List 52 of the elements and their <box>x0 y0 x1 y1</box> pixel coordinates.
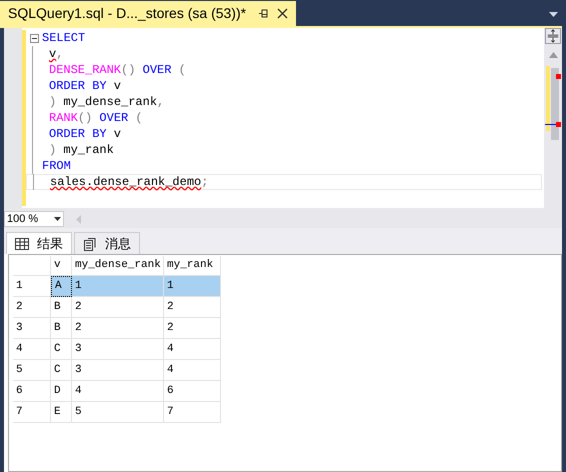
table-cell: 4 <box>72 381 164 402</box>
result-tab[interactable]: 结果 <box>6 232 72 254</box>
row-number: 6 <box>13 381 51 402</box>
table-cell: 3 <box>72 360 164 381</box>
code-editor[interactable]: SELECT v, DENSE_RANK() OVER ( ORDER BY v ) my_dense_rank, RANK() OVER ( ORDER BY v ) my_rank FROM sales.dense_rank_demo; <box>26 28 544 208</box>
table-cell: 7 <box>164 402 221 423</box>
table-cell: 2 <box>164 318 221 339</box>
table-cell: 2 <box>72 297 164 318</box>
table-cell: D <box>51 381 72 402</box>
table-cell: C <box>51 360 72 381</box>
code-line: SELECT <box>42 30 86 46</box>
table-cell: A <box>51 276 72 297</box>
table-cell: 2 <box>164 297 221 318</box>
table-cell: 2 <box>72 318 164 339</box>
vertical-scrollbar[interactable] <box>544 28 562 208</box>
table-cell: 1 <box>72 276 164 297</box>
tab-title: SQLQuery1.sql - D..._stores (sa (53))* <box>8 4 246 23</box>
table-cell: B <box>51 297 72 318</box>
pin-icon[interactable] <box>258 8 270 19</box>
document-icon <box>83 236 97 250</box>
table-cell: 4 <box>164 339 221 360</box>
split-icon[interactable] <box>545 28 561 44</box>
close-icon[interactable] <box>277 8 288 19</box>
table-cell: B <box>51 318 72 339</box>
table-cell: 1 <box>164 276 221 297</box>
grid-icon <box>15 238 29 250</box>
row-number: 5 <box>13 360 51 381</box>
result-tab[interactable]: 消息 <box>74 232 140 254</box>
code-line: ) my_dense_rank, <box>48 94 164 110</box>
row-number: 4 <box>13 339 51 360</box>
table-cell: C <box>51 339 72 360</box>
zoom-dropdown[interactable]: 100 % <box>4 211 64 227</box>
table-cell: 3 <box>72 339 164 360</box>
table-cell: E <box>51 402 72 423</box>
code-line: ORDER BY v <box>48 78 122 94</box>
dropdown-arrow-icon[interactable] <box>549 12 558 18</box>
table-cell: 5 <box>72 402 164 423</box>
row-number: 7 <box>13 402 51 423</box>
table-cell: 4 <box>164 360 221 381</box>
code-line: v, <box>48 46 64 62</box>
code-line: FROM <box>42 158 71 174</box>
code-line: DENSE_RANK() OVER ( <box>48 62 186 78</box>
row-number: 3 <box>13 318 51 339</box>
table-cell: 6 <box>164 381 221 402</box>
code-line: ORDER BY v <box>48 126 122 142</box>
document-tab[interactable]: SQLQuery1.sql - D..._stores (sa (53))* <box>0 1 296 26</box>
code-line: ) my_rank <box>48 142 114 158</box>
row-number: 2 <box>13 297 51 318</box>
code-line: RANK() OVER ( <box>48 110 143 126</box>
code-line: sales.dense_rank_demo; <box>49 174 208 190</box>
caret-icon <box>54 217 61 221</box>
collapse-icon[interactable] <box>30 34 38 42</box>
